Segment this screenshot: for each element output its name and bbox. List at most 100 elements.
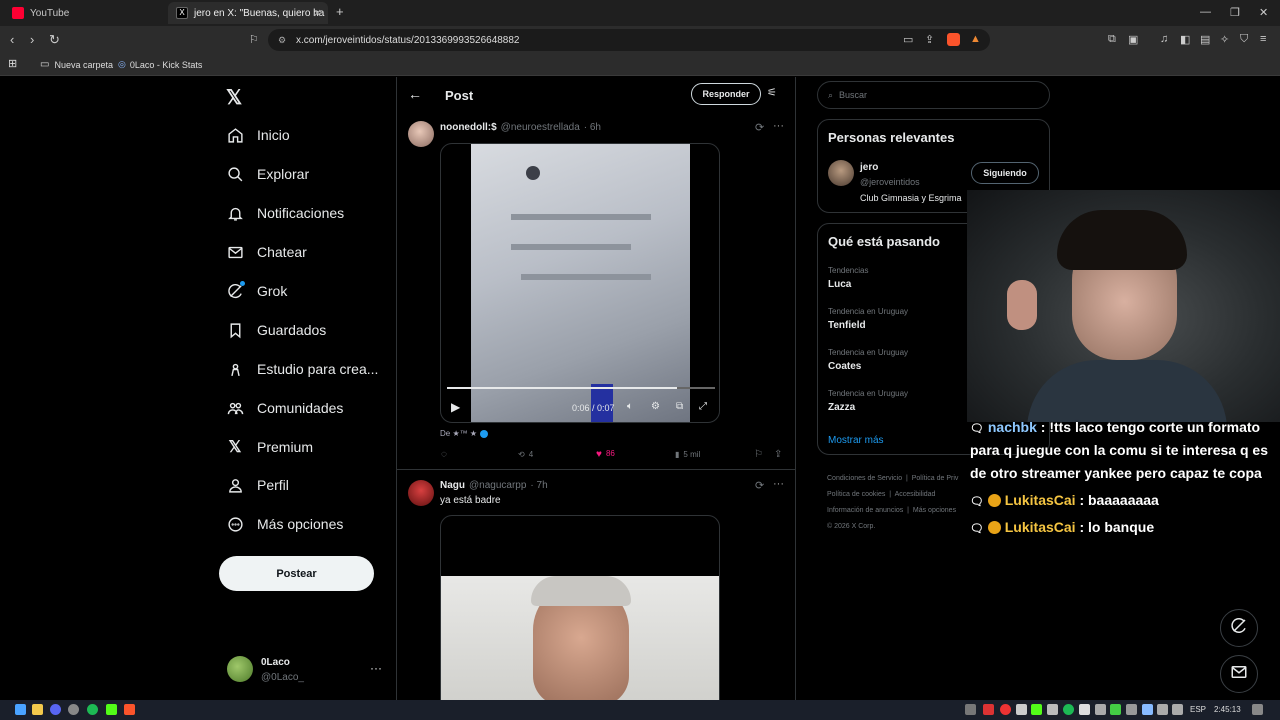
apps-grid-icon[interactable]: ⊞	[8, 57, 17, 70]
footer-link[interactable]: Condiciones de Servicio	[827, 475, 902, 482]
sidebar-item-estudio[interactable]: Estudio para crea...	[226, 360, 378, 378]
tray-icon[interactable]	[965, 704, 976, 715]
account-menu-icon[interactable]: ···	[370, 661, 382, 675]
retweet-button[interactable]: ⟲ 4	[518, 450, 533, 459]
tray-icon[interactable]	[1063, 704, 1074, 715]
messages-float-button[interactable]	[1220, 655, 1258, 693]
sidebar-item-explorar[interactable]: Explorar	[226, 165, 309, 183]
tray-icon[interactable]	[1079, 704, 1090, 715]
minimize-icon[interactable]: —	[1200, 6, 1211, 18]
wallet2-icon[interactable]: ▤	[1200, 33, 1210, 46]
tab-x-post[interactable]: X jero en X: "Buenas, quiero ha ✕	[168, 2, 328, 24]
more-options-icon[interactable]: ···	[773, 478, 784, 490]
footer-link[interactable]: Más opciones	[913, 507, 956, 514]
settings-icon[interactable]: ⚙	[651, 401, 660, 412]
footer-link[interactable]: Política de Priv	[912, 475, 959, 482]
file-explorer-icon[interactable]	[32, 704, 43, 715]
views-button[interactable]: ▮ 5 mil	[675, 450, 700, 459]
network-icon[interactable]	[1157, 704, 1168, 715]
tray-icon[interactable]	[983, 704, 994, 715]
bookmark-folder[interactable]: ▭ Nueva carpeta	[40, 59, 113, 70]
author-handle[interactable]: @neuroestrellada	[501, 122, 580, 133]
sidebar-item-mas-opciones[interactable]: Más opciones	[226, 515, 343, 533]
reply-icon[interactable]: ◌	[441, 449, 447, 460]
volume-icon[interactable]: 🔈︎	[627, 401, 633, 412]
show-more-link[interactable]: Mostrar más	[828, 435, 884, 446]
share-icon[interactable]: ⇪	[774, 449, 782, 460]
back-arrow-icon[interactable]: ←	[408, 86, 422, 102]
trend-item[interactable]: Tendencia en Uruguay Coates	[828, 348, 908, 372]
music-icon[interactable]: ♫	[1160, 33, 1168, 45]
windows-start-icon[interactable]	[15, 704, 26, 715]
avatar[interactable]	[828, 160, 854, 186]
like-button[interactable]: ♥ 86	[596, 449, 615, 460]
fullscreen-icon[interactable]: ⤢	[699, 401, 707, 412]
trend-item[interactable]: Tendencias Luca	[828, 266, 868, 290]
post-button[interactable]: Postear	[219, 556, 374, 591]
back-icon[interactable]: ‹	[10, 32, 14, 47]
video-player[interactable]: ▶ 0:06 / 0:07 🔈︎ ⚙ ⧉ ⤢	[440, 143, 720, 423]
sidebar-item-comunidades[interactable]: Comunidades	[226, 399, 343, 417]
search-input[interactable]: ⌕ Buscar	[817, 81, 1050, 109]
tray-icon[interactable]	[1095, 704, 1106, 715]
video-progress-track[interactable]	[447, 387, 715, 389]
site-info-icon[interactable]: ⚙	[278, 35, 286, 46]
tray-icon[interactable]	[1142, 704, 1153, 715]
discord-icon[interactable]	[50, 704, 61, 715]
video-source[interactable]: De ★™ ★	[440, 429, 489, 438]
share-icon[interactable]: ⇪	[925, 33, 934, 46]
language-indicator[interactable]: ESP	[1190, 705, 1206, 714]
tray-icon[interactable]	[1031, 704, 1042, 715]
sidebar-item-guardados[interactable]: Guardados	[226, 321, 326, 339]
footer-link[interactable]: Política de cookies	[827, 491, 885, 498]
close-tab-icon[interactable]: ✕	[313, 7, 322, 20]
author-name[interactable]: noonedoll:$	[440, 122, 497, 133]
avatar[interactable]	[408, 121, 434, 147]
tray-icon[interactable]	[1016, 704, 1027, 715]
brave-rewards-icon[interactable]: ▲	[970, 33, 981, 45]
author-name[interactable]: Nagu	[440, 480, 465, 491]
sidebar-item-chatear[interactable]: Chatear	[226, 243, 307, 261]
following-button[interactable]: Siguiendo	[971, 162, 1039, 184]
x-logo-icon[interactable]: 𝕏	[226, 85, 242, 110]
footer-link[interactable]: Accesibilidad	[895, 491, 936, 498]
grok-float-button[interactable]	[1220, 609, 1258, 647]
sidebar-icon[interactable]: ◧	[1180, 33, 1190, 46]
bookmark-page-icon[interactable]: ⚐	[249, 33, 259, 46]
address-bar[interactable]: ⚙ x.com/jeroveintidos/status/20133699935…	[268, 29, 990, 51]
kick-icon[interactable]	[106, 704, 117, 715]
vpn-icon[interactable]: ⛉	[1240, 33, 1248, 46]
extensions-icon[interactable]: ⧉	[1108, 33, 1116, 46]
grok-explain-icon[interactable]: ⟳	[755, 121, 764, 134]
avatar[interactable]	[227, 656, 253, 682]
play-icon[interactable]: ▶	[451, 400, 460, 414]
footer-link[interactable]: Información de anuncios	[827, 507, 903, 514]
forward-icon[interactable]: ›	[30, 32, 34, 47]
brave-shield-icon[interactable]	[947, 33, 960, 46]
sidebar-item-perfil[interactable]: Perfil	[226, 476, 289, 494]
spotify-icon[interactable]	[87, 704, 98, 715]
more-options-icon[interactable]: ···	[773, 120, 784, 132]
sidebar-item-notificaciones[interactable]: Notificaciones	[226, 204, 344, 222]
tray-icon[interactable]	[1047, 704, 1058, 715]
volume-icon[interactable]	[1172, 704, 1183, 715]
notifications-icon[interactable]	[1252, 704, 1263, 715]
tray-icon[interactable]	[1110, 704, 1121, 715]
leo-icon[interactable]: ✧	[1220, 33, 1229, 46]
author-handle[interactable]: @nagucarpp	[469, 480, 526, 491]
sidebar-item-grok[interactable]: Grok	[226, 281, 287, 300]
wallet-icon[interactable]: ▣	[1128, 33, 1138, 46]
reply-button[interactable]: Responder	[691, 83, 761, 105]
person-handle[interactable]: @jeroveintidos	[860, 177, 920, 187]
reload-icon[interactable]: ↻	[49, 32, 60, 48]
screen-icon[interactable]: ▭	[903, 33, 913, 46]
pip-icon[interactable]: ⧉	[676, 401, 683, 412]
bookmark-icon[interactable]: ⚐	[754, 449, 763, 460]
sidebar-item-premium[interactable]: 𝕏 Premium	[226, 438, 313, 456]
clock[interactable]: 2:45:13	[1214, 705, 1241, 714]
tray-icon[interactable]	[1126, 704, 1137, 715]
new-tab-button[interactable]: +	[336, 4, 344, 19]
filter-settings-icon[interactable]: ⚟	[767, 86, 777, 99]
menu-icon[interactable]: ≡	[1260, 33, 1266, 45]
tray-icon[interactable]	[1000, 704, 1011, 715]
